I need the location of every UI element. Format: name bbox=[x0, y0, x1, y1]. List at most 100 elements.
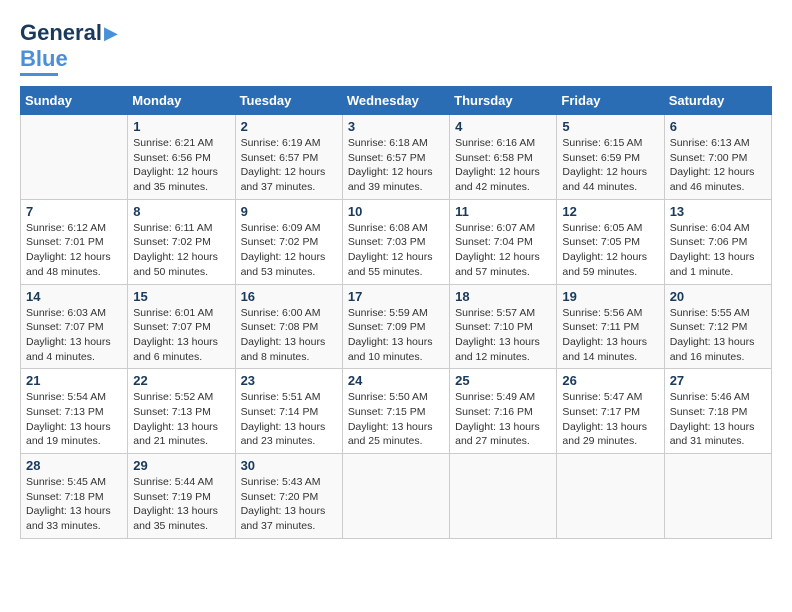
calendar-header-row: SundayMondayTuesdayWednesdayThursdayFrid… bbox=[21, 87, 772, 115]
day-info: Sunrise: 6:16 AM Sunset: 6:58 PM Dayligh… bbox=[455, 136, 551, 195]
day-number: 20 bbox=[670, 289, 766, 304]
day-info: Sunrise: 6:00 AM Sunset: 7:08 PM Dayligh… bbox=[241, 306, 337, 365]
day-number: 26 bbox=[562, 373, 658, 388]
day-number: 5 bbox=[562, 119, 658, 134]
calendar-cell: 18 Sunrise: 5:57 AM Sunset: 7:10 PM Dayli… bbox=[450, 284, 557, 369]
calendar-week-row: 1Sunrise: 6:21 AM Sunset: 6:56 PM Daylig… bbox=[21, 115, 772, 200]
day-info: Sunrise: 6:04 AM Sunset: 7:06 PM Dayligh… bbox=[670, 221, 766, 280]
calendar-cell: 6Sunrise: 6:13 AM Sunset: 7:00 PM Daylig… bbox=[664, 115, 771, 200]
calendar-cell: 20 Sunrise: 5:55 AM Sunset: 7:12 PM Dayli… bbox=[664, 284, 771, 369]
calendar-cell: 5 Sunrise: 6:15 AM Sunset: 6:59 PM Daylig… bbox=[557, 115, 664, 200]
page-header: General ▶ Blue bbox=[20, 20, 772, 76]
column-header-saturday: Saturday bbox=[664, 87, 771, 115]
day-number: 12 bbox=[562, 204, 658, 219]
day-info: Sunrise: 6:07 AM Sunset: 7:04 PM Dayligh… bbox=[455, 221, 551, 280]
calendar-cell: 10 Sunrise: 6:08 AM Sunset: 7:03 PM Dayli… bbox=[342, 199, 449, 284]
day-info: Sunrise: 6:03 AM Sunset: 7:07 PM Dayligh… bbox=[26, 306, 122, 365]
column-header-monday: Monday bbox=[128, 87, 235, 115]
calendar-cell: 21 Sunrise: 5:54 AM Sunset: 7:13 PM Dayli… bbox=[21, 369, 128, 454]
day-info: Sunrise: 5:49 AM Sunset: 7:16 PM Dayligh… bbox=[455, 390, 551, 449]
day-number: 25 bbox=[455, 373, 551, 388]
day-number: 15 bbox=[133, 289, 229, 304]
day-info: Sunrise: 5:57 AM Sunset: 7:10 PM Dayligh… bbox=[455, 306, 551, 365]
logo-general: General bbox=[20, 20, 102, 46]
calendar-cell bbox=[21, 115, 128, 200]
calendar-cell: 2Sunrise: 6:19 AM Sunset: 6:57 PM Daylig… bbox=[235, 115, 342, 200]
calendar-cell: 27 Sunrise: 5:46 AM Sunset: 7:18 PM Dayli… bbox=[664, 369, 771, 454]
day-number: 21 bbox=[26, 373, 122, 388]
calendar-cell: 7 Sunrise: 6:12 AM Sunset: 7:01 PM Daylig… bbox=[21, 199, 128, 284]
day-number: 7 bbox=[26, 204, 122, 219]
day-number: 28 bbox=[26, 458, 122, 473]
column-header-tuesday: Tuesday bbox=[235, 87, 342, 115]
calendar-week-row: 7 Sunrise: 6:12 AM Sunset: 7:01 PM Daylig… bbox=[21, 199, 772, 284]
calendar-cell: 3Sunrise: 6:18 AM Sunset: 6:57 PM Daylig… bbox=[342, 115, 449, 200]
calendar-cell bbox=[450, 454, 557, 539]
day-info: Sunrise: 5:50 AM Sunset: 7:15 PM Dayligh… bbox=[348, 390, 444, 449]
calendar-cell: 13Sunrise: 6:04 AM Sunset: 7:06 PM Dayli… bbox=[664, 199, 771, 284]
day-info: Sunrise: 6:01 AM Sunset: 7:07 PM Dayligh… bbox=[133, 306, 229, 365]
day-info: Sunrise: 6:12 AM Sunset: 7:01 PM Dayligh… bbox=[26, 221, 122, 280]
calendar-cell bbox=[557, 454, 664, 539]
day-number: 6 bbox=[670, 119, 766, 134]
calendar-cell: 24 Sunrise: 5:50 AM Sunset: 7:15 PM Dayli… bbox=[342, 369, 449, 454]
day-info: Sunrise: 5:51 AM Sunset: 7:14 PM Dayligh… bbox=[241, 390, 337, 449]
day-number: 16 bbox=[241, 289, 337, 304]
day-number: 24 bbox=[348, 373, 444, 388]
day-info: Sunrise: 6:08 AM Sunset: 7:03 PM Dayligh… bbox=[348, 221, 444, 280]
day-number: 1 bbox=[133, 119, 229, 134]
calendar-cell: 14 Sunrise: 6:03 AM Sunset: 7:07 PM Dayli… bbox=[21, 284, 128, 369]
calendar-table: SundayMondayTuesdayWednesdayThursdayFrid… bbox=[20, 86, 772, 539]
calendar-cell bbox=[664, 454, 771, 539]
calendar-cell: 9 Sunrise: 6:09 AM Sunset: 7:02 PM Daylig… bbox=[235, 199, 342, 284]
day-number: 14 bbox=[26, 289, 122, 304]
calendar-cell: 4 Sunrise: 6:16 AM Sunset: 6:58 PM Daylig… bbox=[450, 115, 557, 200]
day-number: 3 bbox=[348, 119, 444, 134]
day-number: 30 bbox=[241, 458, 337, 473]
day-info: Sunrise: 5:55 AM Sunset: 7:12 PM Dayligh… bbox=[670, 306, 766, 365]
logo-underline bbox=[20, 73, 58, 76]
day-number: 10 bbox=[348, 204, 444, 219]
day-info: Sunrise: 5:59 AM Sunset: 7:09 PM Dayligh… bbox=[348, 306, 444, 365]
logo-bird-icon: ▶ bbox=[104, 23, 118, 44]
calendar-cell: 22Sunrise: 5:52 AM Sunset: 7:13 PM Dayli… bbox=[128, 369, 235, 454]
calendar-cell: 16 Sunrise: 6:00 AM Sunset: 7:08 PM Dayli… bbox=[235, 284, 342, 369]
calendar-cell: 12 Sunrise: 6:05 AM Sunset: 7:05 PM Dayli… bbox=[557, 199, 664, 284]
calendar-cell: 11Sunrise: 6:07 AM Sunset: 7:04 PM Dayli… bbox=[450, 199, 557, 284]
day-number: 18 bbox=[455, 289, 551, 304]
day-number: 8 bbox=[133, 204, 229, 219]
day-info: Sunrise: 5:54 AM Sunset: 7:13 PM Dayligh… bbox=[26, 390, 122, 449]
calendar-cell bbox=[342, 454, 449, 539]
logo-text: General ▶ Blue bbox=[20, 20, 118, 76]
day-info: Sunrise: 5:47 AM Sunset: 7:17 PM Dayligh… bbox=[562, 390, 658, 449]
calendar-cell: 8Sunrise: 6:11 AM Sunset: 7:02 PM Daylig… bbox=[128, 199, 235, 284]
column-header-sunday: Sunday bbox=[21, 87, 128, 115]
day-number: 4 bbox=[455, 119, 551, 134]
day-info: Sunrise: 5:45 AM Sunset: 7:18 PM Dayligh… bbox=[26, 475, 122, 534]
column-header-thursday: Thursday bbox=[450, 87, 557, 115]
day-number: 9 bbox=[241, 204, 337, 219]
calendar-cell: 30 Sunrise: 5:43 AM Sunset: 7:20 PM Dayli… bbox=[235, 454, 342, 539]
day-info: Sunrise: 5:43 AM Sunset: 7:20 PM Dayligh… bbox=[241, 475, 337, 534]
calendar-cell: 28 Sunrise: 5:45 AM Sunset: 7:18 PM Dayli… bbox=[21, 454, 128, 539]
day-info: Sunrise: 6:09 AM Sunset: 7:02 PM Dayligh… bbox=[241, 221, 337, 280]
calendar-cell: 25 Sunrise: 5:49 AM Sunset: 7:16 PM Dayli… bbox=[450, 369, 557, 454]
calendar-cell: 23 Sunrise: 5:51 AM Sunset: 7:14 PM Dayli… bbox=[235, 369, 342, 454]
day-number: 27 bbox=[670, 373, 766, 388]
day-info: Sunrise: 6:15 AM Sunset: 6:59 PM Dayligh… bbox=[562, 136, 658, 195]
column-header-wednesday: Wednesday bbox=[342, 87, 449, 115]
day-info: Sunrise: 5:46 AM Sunset: 7:18 PM Dayligh… bbox=[670, 390, 766, 449]
calendar-week-row: 28 Sunrise: 5:45 AM Sunset: 7:18 PM Dayli… bbox=[21, 454, 772, 539]
logo-blue: Blue bbox=[20, 46, 68, 72]
day-number: 23 bbox=[241, 373, 337, 388]
day-number: 17 bbox=[348, 289, 444, 304]
calendar-cell: 19Sunrise: 5:56 AM Sunset: 7:11 PM Dayli… bbox=[557, 284, 664, 369]
calendar-week-row: 14 Sunrise: 6:03 AM Sunset: 7:07 PM Dayli… bbox=[21, 284, 772, 369]
calendar-cell: 15 Sunrise: 6:01 AM Sunset: 7:07 PM Dayli… bbox=[128, 284, 235, 369]
day-info: Sunrise: 5:44 AM Sunset: 7:19 PM Dayligh… bbox=[133, 475, 229, 534]
calendar-cell: 29Sunrise: 5:44 AM Sunset: 7:19 PM Dayli… bbox=[128, 454, 235, 539]
day-info: Sunrise: 5:52 AM Sunset: 7:13 PM Dayligh… bbox=[133, 390, 229, 449]
calendar-week-row: 21 Sunrise: 5:54 AM Sunset: 7:13 PM Dayli… bbox=[21, 369, 772, 454]
day-info: Sunrise: 6:05 AM Sunset: 7:05 PM Dayligh… bbox=[562, 221, 658, 280]
calendar-cell: 26 Sunrise: 5:47 AM Sunset: 7:17 PM Dayli… bbox=[557, 369, 664, 454]
